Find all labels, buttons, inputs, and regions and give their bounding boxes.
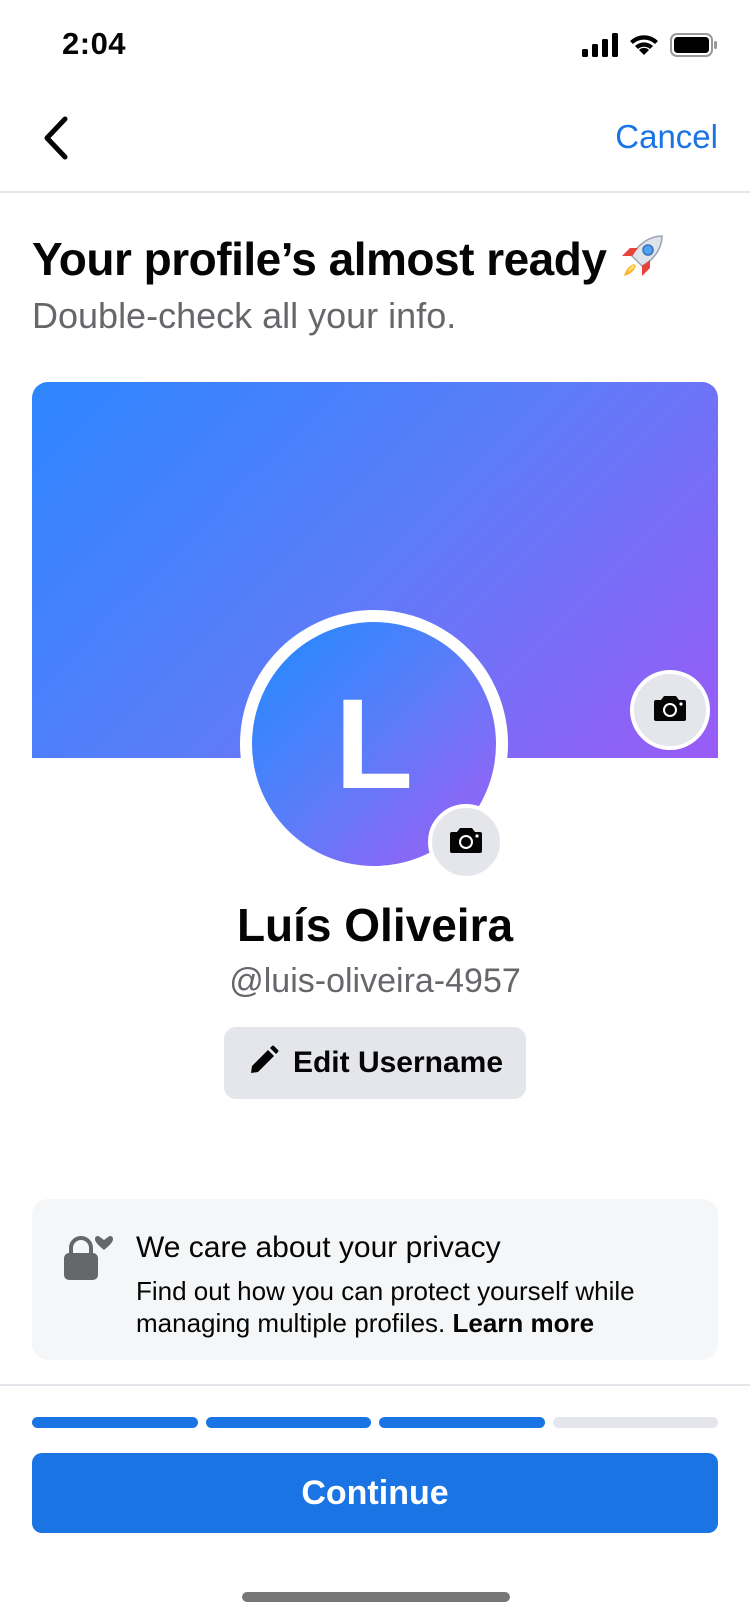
privacy-text: Find out how you can protect yourself wh… (136, 1275, 696, 1339)
privacy-title: We care about your privacy (136, 1231, 501, 1264)
title-row: Your profile’s almost ready (32, 230, 668, 287)
cancel-button[interactable]: Cancel (615, 118, 718, 156)
bottom-divider (0, 1384, 750, 1386)
profile-username: @luis-oliveira-4957 (229, 962, 521, 1000)
edit-username-label: Edit Username (292, 1046, 504, 1079)
edit-profile-picture-button[interactable] (428, 804, 504, 880)
page-subtitle: Double-check all your info. (32, 295, 457, 336)
nav-bar: Cancel (0, 88, 750, 193)
privacy-card: We care about your privacy Find out how … (32, 1199, 718, 1360)
learn-more-link[interactable]: Learn more (453, 1308, 595, 1338)
status-bar: 2:04 (0, 0, 750, 88)
progress-segment (32, 1417, 198, 1428)
camera-icon (653, 693, 687, 728)
progress-indicator (32, 1417, 718, 1428)
battery-icon (670, 33, 718, 62)
continue-button[interactable]: Continue (32, 1453, 718, 1533)
progress-segment (205, 1417, 371, 1428)
edit-username-button[interactable]: Edit Username (224, 1027, 526, 1099)
status-icons (582, 33, 718, 62)
back-button[interactable] (26, 110, 86, 170)
back-chevron-icon (41, 115, 71, 166)
home-indicator (242, 1592, 510, 1602)
page-title: Your profile’s almost ready (32, 232, 607, 285)
edit-cover-photo-button[interactable] (630, 670, 710, 750)
wifi-icon (628, 33, 660, 62)
status-time: 2:04 (62, 26, 127, 61)
rocket-icon (616, 230, 668, 287)
camera-icon (449, 825, 483, 860)
lock-heart-icon (62, 1234, 114, 1287)
avatar-initial: L (334, 672, 414, 816)
profile-name: Luís Oliveira (236, 899, 514, 951)
pencil-icon (247, 1045, 279, 1082)
progress-segment (379, 1417, 545, 1428)
progress-segment (552, 1417, 718, 1428)
signal-icon (582, 33, 618, 62)
